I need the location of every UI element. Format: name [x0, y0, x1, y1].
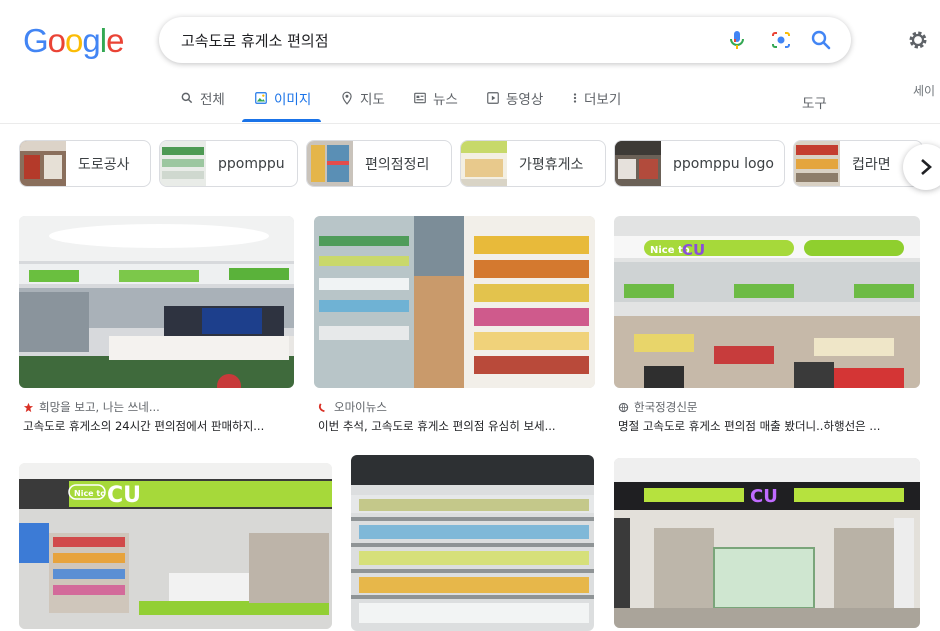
chip-label: ppomppu logo [673, 155, 774, 172]
result-title[interactable]: 고속도로 휴게소의 24시간 편의점에서 판매하지... [23, 418, 299, 434]
google-logo[interactable]: Google [23, 22, 124, 60]
chip-thumbnail [461, 141, 507, 186]
chip-label: 도로공사 [78, 156, 130, 173]
image-result[interactable]: Nice to CU [19, 463, 332, 629]
chip-thumbnail [307, 141, 353, 186]
store-sign-text: CU [682, 241, 705, 259]
result-image[interactable] [19, 216, 294, 388]
chevron-right-icon [921, 159, 932, 175]
image-icon [255, 92, 267, 104]
chip-thumbnail [20, 141, 66, 186]
logo-letter: o [65, 22, 83, 59]
source-name: 한국정경신문 [634, 400, 698, 414]
logo-letter: o [47, 22, 66, 59]
chip-label: ppomppu [218, 155, 285, 172]
tab-label: 전체 [200, 92, 225, 108]
result-source[interactable]: 한국정경신문 [618, 399, 697, 415]
result-image[interactable] [314, 216, 595, 388]
tab-images[interactable]: 이미지 [241, 88, 322, 122]
logo-letter: g [82, 22, 100, 59]
chip-thumbnail [794, 141, 840, 186]
search-tabs: 전체 이미지 지도 뉴스 동영상 더보기 도구 [0, 82, 940, 124]
store-sign-text: Nice to [74, 489, 106, 498]
chip-item[interactable]: 편의점정리 [306, 140, 452, 187]
result-image[interactable]: Nice to CU [19, 463, 332, 629]
tab-label: 뉴스 [433, 92, 458, 108]
chip-item[interactable]: ppomppu [159, 140, 298, 187]
tab-label: 이미지 [274, 92, 312, 108]
chip-item[interactable]: ppomppu logo [614, 140, 785, 187]
chip-thumbnail [160, 141, 206, 186]
chip-item[interactable]: 가평휴게소 [460, 140, 606, 187]
microphone-icon[interactable] [725, 28, 749, 52]
ohmynews-icon [318, 402, 325, 412]
search-box[interactable]: 고속도로 휴게소 편의점 [159, 17, 851, 63]
store-sign-text: CU [107, 483, 141, 508]
result-source[interactable]: 희망을 보고, 나는 쓰네... [23, 399, 160, 415]
logo-letter: e [106, 22, 124, 59]
settings-gear-icon[interactable] [906, 28, 930, 52]
chip-label: 가평휴게소 [519, 156, 584, 173]
search-icon[interactable] [809, 28, 833, 52]
tab-label: 더보기 [584, 92, 622, 108]
image-result[interactable]: Nice to CU 한국정경신문 명절 고속도로 휴게소 편의점 매출 봤더니… [614, 216, 920, 436]
store-sign-text: CU [750, 486, 778, 507]
search-input[interactable]: 고속도로 휴게소 편의점 [181, 30, 329, 51]
map-pin-icon [342, 91, 352, 105]
tab-label: 지도 [360, 92, 385, 108]
result-image[interactable]: Nice to CU [614, 216, 920, 388]
image-result[interactable]: CU [614, 458, 920, 630]
red-star-icon [23, 402, 34, 412]
tab-more[interactable]: 더보기 [572, 88, 621, 122]
result-title[interactable]: 명절 고속도로 휴게소 편의점 매출 봤더니..하행선은 ... [618, 418, 918, 434]
more-vert-icon [573, 93, 577, 103]
globe-icon [618, 402, 629, 412]
result-title[interactable]: 이번 추석, 고속도로 휴게소 편의점 유심히 보세... [318, 418, 596, 434]
source-name: 희망을 보고, 나는 쓰네... [39, 400, 160, 414]
image-result[interactable]: 희망을 보고, 나는 쓰네... 고속도로 휴게소의 24시간 편의점에서 판매… [19, 216, 299, 436]
search-icon [181, 92, 193, 104]
play-icon [487, 92, 499, 104]
camera-lens-icon[interactable] [769, 28, 793, 52]
image-result[interactable] [351, 455, 595, 631]
tab-all[interactable]: 전체 [180, 88, 225, 122]
image-result[interactable]: 오마이뉴스 이번 추석, 고속도로 휴게소 편의점 유심히 보세... [314, 216, 599, 436]
tools-button[interactable]: 도구 [802, 92, 827, 112]
related-searches: 도로공사 ppomppu 편의점정리 가평휴게소 ppomppu logo 컵라… [0, 140, 940, 188]
chip-label: 컵라면 [852, 156, 891, 173]
logo-letter: G [23, 22, 49, 59]
chip-label: 편의점정리 [365, 156, 430, 173]
result-image[interactable] [351, 455, 594, 631]
tab-label: 동영상 [506, 92, 544, 108]
tab-maps[interactable]: 지도 [340, 88, 385, 122]
tab-videos[interactable]: 동영상 [486, 88, 543, 122]
newspaper-icon [414, 92, 426, 104]
tab-news[interactable]: 뉴스 [413, 88, 458, 122]
source-name: 오마이뉴스 [334, 400, 387, 414]
chip-thumbnail [615, 141, 661, 186]
result-source[interactable]: 오마이뉴스 [318, 399, 387, 415]
chip-item[interactable]: 도로공사 [19, 140, 151, 187]
result-image[interactable]: CU [614, 458, 920, 628]
